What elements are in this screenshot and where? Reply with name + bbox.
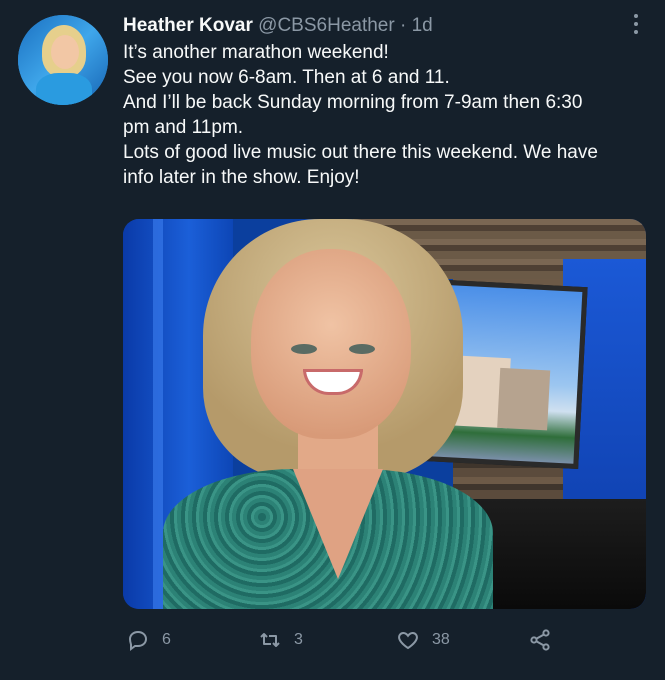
header-separator: · <box>399 15 407 36</box>
heart-icon <box>398 631 418 650</box>
author-handle[interactable]: @CBS6Heather <box>258 15 395 36</box>
tweet-card[interactable]: Heather Kovar @CBS6Heather · 1d It’s ano… <box>0 0 665 680</box>
tweet-text: It’s another marathon weekend! See you n… <box>123 40 648 190</box>
tweet-text-line: It’s another marathon weekend! <box>123 42 389 63</box>
photo-person-face <box>251 249 411 439</box>
retweet-icon <box>260 633 280 647</box>
reply-icon <box>128 630 148 651</box>
reply-count: 6 <box>162 631 171 648</box>
photo-person-eye <box>349 344 375 354</box>
avatar-body <box>36 73 92 105</box>
avatar-face <box>51 35 79 69</box>
share-button[interactable] <box>528 627 552 653</box>
tweet-text-line: pm and 11pm. <box>123 117 244 138</box>
author-name[interactable]: Heather Kovar <box>123 15 253 36</box>
monitor-building <box>497 367 551 431</box>
tweet-photo[interactable] <box>123 219 646 609</box>
tweet-header: Heather Kovar @CBS6Heather · 1d <box>123 14 433 38</box>
photo-light-stripe <box>153 219 163 609</box>
share-icon <box>530 629 550 651</box>
more-vertical-icon[interactable] <box>633 14 639 38</box>
tweet-text-line: info later in the show. Enjoy! <box>123 167 360 188</box>
tweet-text-line: See you now 6-8am. Then at 6 and 11. <box>123 67 450 88</box>
reply-button[interactable]: 6 <box>126 627 171 653</box>
like-count: 38 <box>432 631 450 648</box>
like-button[interactable]: 38 <box>396 627 450 653</box>
retweet-button[interactable]: 3 <box>258 627 303 653</box>
retweet-count: 3 <box>294 631 303 648</box>
photo-person-eye <box>291 344 317 354</box>
tweet-timestamp[interactable]: 1d <box>412 15 433 36</box>
tweet-text-line: Lots of good live music out there this w… <box>123 142 598 163</box>
tweet-actions: 6 3 38 <box>0 620 665 660</box>
tweet-text-line: And I’ll be back Sunday morning from 7-9… <box>123 92 583 113</box>
author-avatar[interactable] <box>18 15 108 105</box>
